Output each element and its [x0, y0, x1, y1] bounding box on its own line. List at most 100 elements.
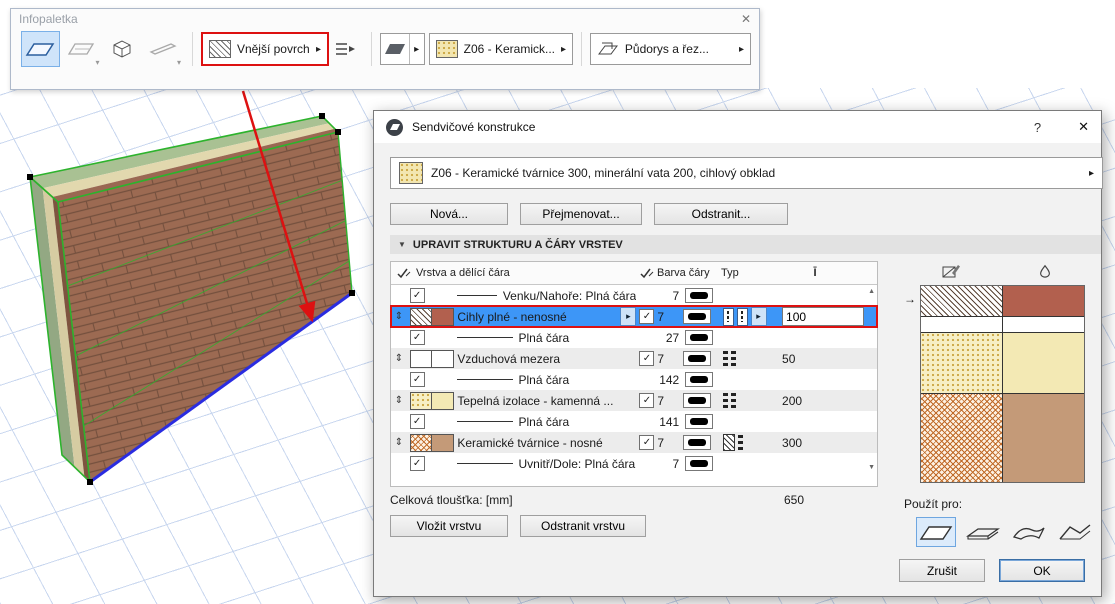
new-button[interactable]: Nová... [390, 203, 508, 225]
line-type-dropdown-button[interactable]: ▸ [750, 307, 767, 326]
apply-to-shell-button[interactable] [1010, 518, 1048, 546]
drag-handle-icon[interactable]: ⇕ [395, 437, 403, 448]
apply-to-wall-button[interactable] [916, 517, 956, 547]
drag-handle-icon[interactable]: ⇕ [395, 395, 403, 406]
line-checkbox[interactable]: ✓ [639, 393, 655, 408]
wall-tool-button[interactable] [21, 31, 60, 67]
preview-surface-insulation [1003, 333, 1084, 394]
table-row[interactable]: ⇕ Vzduchová mezera ✓ 7 50 [391, 348, 877, 369]
layer-swatch[interactable] [409, 349, 454, 368]
pen-color-swatch[interactable] [685, 456, 714, 471]
thickness-input[interactable] [782, 307, 865, 326]
section-header[interactable]: ▼ UPRAVIT STRUKTURU A ČÁRY VRSTEV [390, 235, 1101, 254]
infopalette-title: Infopaletka [19, 12, 78, 26]
table-row[interactable]: ✓ Venku/Nahoře: Plná čára 7 [391, 285, 877, 306]
wall-type-split-button[interactable]: ▸ [379, 33, 425, 65]
total-thickness-row: Celková tloušťka: [mm] 650 [390, 493, 876, 507]
table-row[interactable]: ✓ Plná čára 141 [391, 411, 877, 432]
line-checkbox[interactable]: ✓ [409, 414, 425, 429]
line-type-sample [722, 351, 728, 366]
ok-button[interactable]: OK [999, 559, 1085, 582]
drag-handle-icon[interactable]: ⇕ [395, 311, 403, 322]
rename-button[interactable]: Přejmenovat... [520, 203, 642, 225]
scroll-up-icon[interactable]: ▲ [868, 288, 875, 295]
thickness-value: 300 [782, 435, 803, 450]
table-row[interactable]: ✓ Uvnitř/Dole: Plná čára 7 [391, 453, 877, 474]
line-checkbox[interactable]: ✓ [409, 456, 425, 471]
pen-color-swatch[interactable] [685, 288, 714, 303]
infopalette-window: Infopaletka ✕ ▾ ▾ Vnější povrch ▸ ▸ Z06 … [10, 8, 760, 90]
pen-color-swatch[interactable] [685, 372, 714, 387]
close-icon[interactable]: ✕ [1078, 119, 1089, 135]
layer-fill-dropdown-button[interactable]: ▸ [620, 307, 637, 326]
line-sample [456, 295, 497, 296]
pen-check-icon [397, 268, 411, 279]
transfer-settings-icon [335, 43, 355, 55]
column-tool-button[interactable] [103, 31, 142, 67]
delete-button[interactable]: Odstranit... [654, 203, 788, 225]
close-icon[interactable]: ✕ [741, 12, 751, 26]
surface-swatch-icon [208, 40, 231, 58]
composite-select-dropdown[interactable]: Z06 - Keramické tvárnice 300, minerální … [390, 157, 1103, 189]
composite-combo[interactable]: Z06 - Keramick... ▸ [428, 33, 574, 65]
layer-swatch[interactable] [409, 391, 454, 410]
pen-color-swatch[interactable] [682, 309, 711, 324]
pen-color-swatch[interactable] [685, 330, 714, 345]
check-icon: ✓ [642, 310, 652, 322]
pen-color-swatch[interactable] [682, 351, 711, 366]
dialog-titlebar[interactable]: Sendvičové konstrukce ? ✕ [374, 111, 1101, 143]
toolbar-separator [192, 32, 193, 66]
thickness-value: 200 [782, 393, 803, 408]
pen-color-swatch[interactable] [682, 393, 711, 408]
table-row[interactable]: ⇕ Keramické tvárnice - nosné ✓ 7 300 [391, 432, 877, 453]
line-sample [456, 463, 513, 464]
arrow-right-icon[interactable]: ▸ [408, 34, 424, 64]
infopalette-titlebar[interactable]: Infopaletka ✕ [11, 9, 759, 29]
pen-color-swatch[interactable] [685, 414, 714, 429]
line-type-sample [722, 393, 728, 408]
plan-section-icon [597, 42, 618, 55]
layer-swatch[interactable] [409, 433, 454, 452]
help-icon[interactable]: ? [1034, 120, 1041, 135]
table-row[interactable]: ✓ Plná čára 142 [391, 369, 877, 390]
apply-to-roof-button[interactable] [1056, 518, 1094, 546]
surface-combo-label: Vnější povrch [236, 42, 310, 56]
apply-to-slab-button[interactable] [964, 518, 1002, 546]
line-checkbox[interactable]: ✓ [639, 435, 655, 450]
display-mode-combo[interactable]: Půdorys a řez... ▸ [589, 33, 751, 65]
curtain-wall-tool-button[interactable]: ▾ [62, 31, 101, 67]
arrow-right-icon: ▸ [756, 311, 761, 321]
pen-number: 27 [665, 330, 680, 345]
line-type-sample [736, 307, 748, 326]
scroll-down-icon[interactable]: ▼ [868, 464, 875, 471]
pen-color-swatch[interactable] [682, 435, 711, 450]
table-row-selected[interactable]: ⇕ Cihly plné - nenosné ▸ ✓ 7 ▸ [390, 305, 878, 328]
line-checkbox[interactable]: ✓ [409, 288, 425, 303]
arrow-right-icon: ▸ [315, 43, 321, 55]
shell-icon [1012, 527, 1045, 540]
composite-section-preview[interactable]: → [904, 285, 1085, 483]
line-checkbox[interactable]: ✓ [409, 330, 425, 345]
slab-icon [966, 528, 1000, 540]
remove-layer-button[interactable]: Odstranit vrstvu [520, 515, 646, 537]
line-checkbox[interactable]: ✓ [639, 351, 655, 366]
line-checkbox[interactable]: ✓ [639, 309, 655, 324]
transfer-settings-button[interactable] [329, 31, 361, 67]
table-row[interactable]: ⇕ Tepelná izolace - kamenná ... ✓ 7 200 [391, 390, 877, 411]
line-type-sample [730, 351, 736, 366]
surface-combo[interactable]: Vnější povrch ▸ [200, 32, 329, 66]
surface-icon [1040, 264, 1050, 278]
dropdown-down-icon: ▾ [95, 58, 100, 67]
pen-number: 7 [657, 351, 665, 366]
table-row[interactable]: ✓ Plná čára 27 [391, 327, 877, 348]
beam-tool-button[interactable]: ▾ [143, 31, 182, 67]
total-thickness-label: Celková tloušťka: [mm] [390, 493, 513, 507]
check-icon: ✓ [642, 394, 652, 406]
line-checkbox[interactable]: ✓ [409, 372, 425, 387]
drag-handle-icon[interactable]: ⇕ [395, 353, 403, 364]
layer-swatch[interactable] [409, 307, 454, 326]
check-icon: ✓ [412, 331, 422, 343]
insert-layer-button[interactable]: Vložit vrstvu [390, 515, 508, 537]
cancel-button[interactable]: Zrušit [899, 559, 985, 582]
pen-number: 7 [657, 435, 665, 450]
